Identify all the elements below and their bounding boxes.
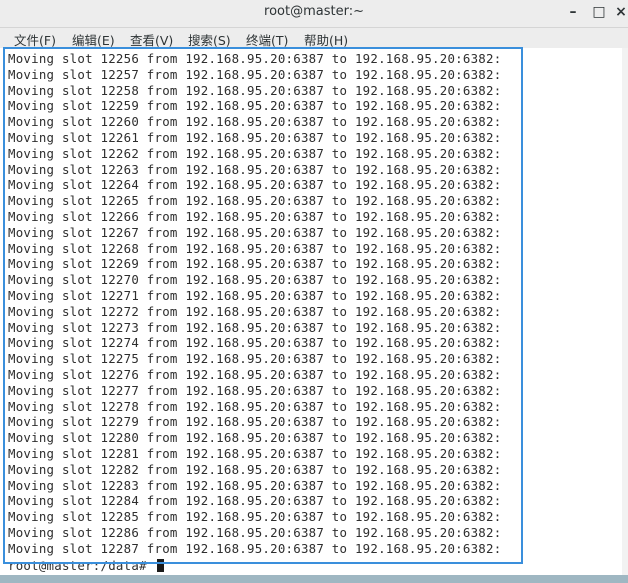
text-cursor [156,559,164,572]
terminal-line: Moving slot 12266 from 192.168.95.20:638… [8,208,502,224]
terminal-line: Moving slot 12257 from 192.168.95.20:638… [8,66,502,82]
terminal-line: Moving slot 12267 from 192.168.95.20:638… [8,224,502,240]
terminal-line: Moving slot 12269 from 192.168.95.20:638… [8,256,502,272]
terminal-line: Moving slot 12273 from 192.168.95.20:638… [8,319,502,335]
terminal-line: Moving slot 12276 from 192.168.95.20:638… [8,366,502,382]
terminal-line: Moving slot 12277 from 192.168.95.20:638… [8,382,502,398]
close-button[interactable]: × [608,0,628,26]
terminal-line: Moving slot 12264 from 192.168.95.20:638… [8,177,502,193]
terminal-line: Moving slot 12287 from 192.168.95.20:638… [8,540,502,556]
terminal-line: Moving slot 12268 from 192.168.95.20:638… [8,240,502,256]
terminal-line: Moving slot 12280 from 192.168.95.20:638… [8,430,502,446]
menu-search[interactable]: 搜索(S) [188,30,231,49]
menu-terminal[interactable]: 终端(T) [246,30,288,49]
terminal-line: Moving slot 12258 from 192.168.95.20:638… [8,82,502,98]
menu-edit[interactable]: 编辑(E) [72,30,115,49]
desktop-strip [0,575,628,583]
terminal-line: Moving slot 12279 from 192.168.95.20:638… [8,414,502,430]
terminal-line: Moving slot 12270 from 192.168.95.20:638… [8,272,502,288]
terminal-output: Moving slot 12256 from 192.168.95.20:638… [8,51,501,557]
terminal-line: Moving slot 12283 from 192.168.95.20:638… [8,477,502,493]
terminal-line: Moving slot 12256 from 192.168.95.20:638… [8,51,502,66]
terminal-line: Moving slot 12259 from 192.168.95.20:638… [8,98,502,114]
terminal-line: Moving slot 12284 from 192.168.95.20:638… [8,493,502,509]
terminal-line: Moving slot 12275 from 192.168.95.20:638… [8,351,502,367]
terminal-line: Moving slot 12272 from 192.168.95.20:638… [8,303,502,319]
terminal-line: Moving slot 12260 from 192.168.95.20:638… [8,114,502,130]
window-title: root@master:~ [264,4,364,19]
terminal-line: Moving slot 12274 from 192.168.95.20:638… [8,335,502,351]
terminal-line: Moving slot 12262 from 192.168.95.20:638… [8,145,502,161]
terminal-line: Moving slot 12281 from 192.168.95.20:638… [8,445,502,461]
terminal-line: Moving slot 12286 from 192.168.95.20:638… [8,524,502,540]
menu-file[interactable]: 文件(F) [14,30,56,49]
terminal-line: Moving slot 12285 from 192.168.95.20:638… [8,509,502,525]
terminal-line: Moving slot 12261 from 192.168.95.20:638… [8,129,502,145]
minimize-button[interactable]: – [560,0,586,26]
terminal-line: Moving slot 12263 from 192.168.95.20:638… [8,161,502,177]
terminal-line: Moving slot 12278 from 192.168.95.20:638… [8,398,502,414]
menu-bar: 文件(F) 编辑(E) 查看(V) 搜索(S) 终端(T) 帮助(H) [0,28,628,48]
prompt-text: root@master:/data# [8,558,155,573]
menu-help[interactable]: 帮助(H) [304,30,348,49]
terminal-line: Moving slot 12282 from 192.168.95.20:638… [8,461,502,477]
terminal-line: Moving slot 12265 from 192.168.95.20:638… [8,193,502,209]
terminal-prompt-line[interactable]: root@master:/data# [8,558,164,574]
scrollbar[interactable] [622,48,628,575]
terminal-line: Moving slot 12271 from 192.168.95.20:638… [8,287,502,303]
menu-view[interactable]: 查看(V) [130,30,173,49]
title-bar[interactable]: root@master:~ – □ × [0,0,628,28]
